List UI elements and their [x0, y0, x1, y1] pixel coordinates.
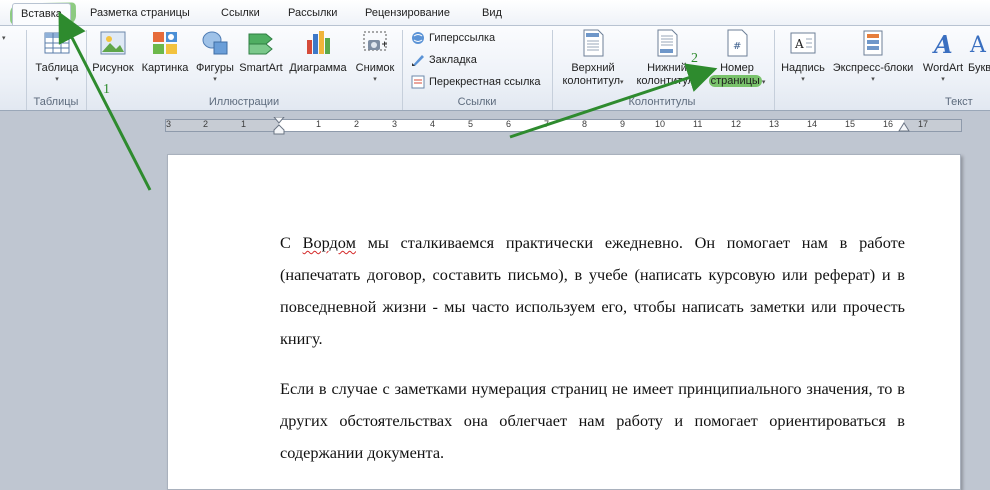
- shapes-icon: [202, 31, 228, 55]
- ribbon-tab-bar: Вставка Разметка страницы Ссылки Рассылк…: [0, 0, 990, 26]
- ruler-label: 3: [392, 119, 398, 129]
- header-button[interactable]: Верхний колонтитул▾: [557, 28, 629, 89]
- footer-icon: [657, 29, 678, 57]
- ruler-label: 1: [316, 119, 322, 129]
- svg-text:A: A: [794, 37, 804, 51]
- tab-page-layout[interactable]: Разметка страницы: [82, 3, 198, 25]
- tab-review[interactable]: Рецензирование: [357, 3, 458, 25]
- ruler-label: 12: [731, 119, 742, 129]
- svg-text:A: A: [932, 30, 953, 58]
- page-number-icon: #: [727, 29, 748, 57]
- group-label-links: Ссылки: [457, 96, 497, 108]
- hyperlink-icon: [412, 32, 424, 45]
- clipart-button[interactable]: Картинка: [139, 28, 191, 75]
- group-label-headers: Колонтитулы: [628, 96, 696, 108]
- textbox-icon: A: [790, 32, 816, 54]
- screenshot-icon: [363, 31, 387, 51]
- screenshot-button[interactable]: Снимок ▾: [352, 28, 398, 85]
- shapes-button[interactable]: Фигуры ▾: [193, 28, 237, 85]
- paragraph-text: мы сталкиваемся практически ежедневно. О…: [280, 233, 905, 348]
- ruler-left-margin: [166, 120, 279, 131]
- ruler-label: 11: [693, 119, 703, 129]
- quickparts-icon: [863, 30, 883, 56]
- tab-insert[interactable]: Вставка: [12, 3, 71, 25]
- ruler-right-margin: [904, 120, 961, 131]
- crossref-button[interactable]: Перекрестная ссылка: [410, 72, 541, 92]
- crossref-icon: [411, 75, 425, 89]
- dropcap-button[interactable]: A Букв: [968, 28, 990, 75]
- ruler-label: 14: [807, 119, 818, 129]
- ruler-label: 7: [544, 119, 550, 129]
- ruler-label: 2: [203, 119, 209, 129]
- paragraph-1[interactable]: С Вордом мы сталкиваемся практически еже…: [280, 227, 905, 355]
- collapsed-group-caret[interactable]: ▾: [2, 34, 6, 42]
- clipart-icon: [153, 32, 177, 54]
- smartart-icon: [248, 33, 273, 55]
- group-label-tables: Таблицы: [33, 96, 79, 108]
- ruler-label: 13: [769, 119, 780, 129]
- textbox-button[interactable]: A Надпись ▾: [779, 28, 827, 85]
- annotation-step-1: 1: [103, 82, 110, 97]
- svg-text:A: A: [969, 33, 987, 58]
- word: С: [280, 233, 291, 252]
- ruler-label: 3: [166, 119, 172, 129]
- ruler-label: 8: [582, 119, 588, 129]
- svg-text:#: #: [733, 41, 741, 52]
- smartart-button[interactable]: SmartArt: [238, 28, 284, 75]
- bookmark-icon: [412, 55, 424, 67]
- document-page[interactable]: С Вордом мы сталкиваемся практически еже…: [167, 154, 961, 490]
- misspelled-word[interactable]: Вордом: [303, 233, 356, 252]
- chart-icon: [307, 31, 330, 54]
- header-icon: [583, 29, 604, 57]
- group-label-text: Текст: [945, 96, 973, 108]
- ruler-label: 5: [468, 119, 474, 129]
- ruler-label: 16: [883, 119, 894, 129]
- ruler-label: 2: [354, 119, 360, 129]
- ruler-label: 9: [620, 119, 626, 129]
- ruler-label: 15: [845, 119, 856, 129]
- table-icon: [44, 32, 70, 54]
- tab-mailings[interactable]: Рассылки: [280, 3, 345, 25]
- annotation-step-2: 2: [691, 51, 698, 66]
- table-button[interactable]: Таблица ▾: [32, 28, 82, 85]
- tab-references[interactable]: Ссылки: [213, 3, 268, 25]
- page-number-button[interactable]: # Номер страницы ▾: [704, 28, 770, 89]
- ruler-label: 17: [918, 119, 929, 129]
- ruler-label: 10: [655, 119, 666, 129]
- dropcap-icon: A: [969, 33, 987, 58]
- quickparts-button[interactable]: Экспресс-блоки ▾: [829, 28, 917, 85]
- picture-icon: [100, 31, 126, 55]
- ribbon: ▾ Таблица ▾ Таблицы Рисунок Картинка Фиг…: [0, 25, 990, 111]
- wordart-icon: A: [932, 30, 953, 58]
- tab-view[interactable]: Вид: [474, 3, 510, 25]
- hyperlink-button[interactable]: Гиперссылка: [410, 28, 495, 48]
- right-indent-marker[interactable]: [898, 122, 910, 132]
- indent-marker[interactable]: [273, 117, 285, 135]
- picture-button[interactable]: Рисунок: [90, 28, 136, 75]
- wordart-button[interactable]: A WordArt ▾: [919, 28, 967, 85]
- horizontal-ruler[interactable]: 3 2 1 1 2 3 4 5 6 7 8 9 10 11 12 13 14 1…: [165, 117, 962, 135]
- ruler-label: 6: [506, 119, 512, 129]
- chart-button[interactable]: Диаграмма: [287, 28, 349, 75]
- bookmark-button[interactable]: Закладка: [410, 50, 477, 70]
- ruler-label: 4: [430, 119, 436, 129]
- group-label-illustrations: Иллюстрации: [208, 96, 280, 108]
- separator: [774, 30, 775, 110]
- paragraph-2[interactable]: Если в случае с заметками нумерация стра…: [280, 373, 905, 469]
- ruler-label: 1: [241, 119, 247, 129]
